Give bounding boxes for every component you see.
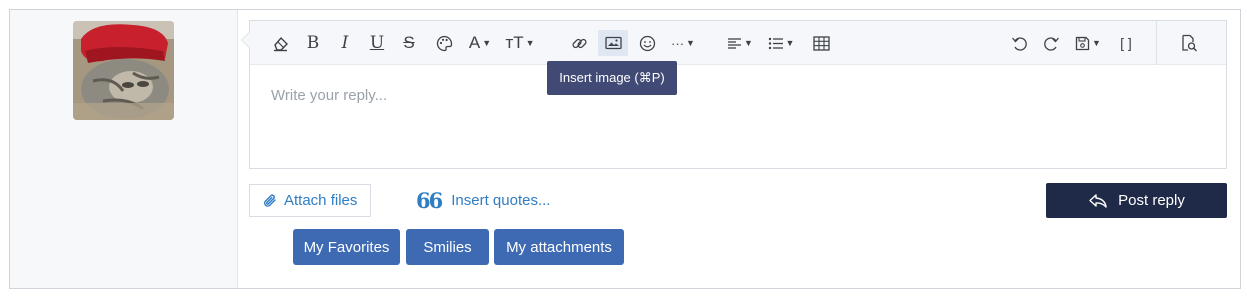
- link-icon[interactable]: [568, 30, 590, 56]
- redo-icon[interactable]: [1040, 30, 1062, 56]
- chevron-down-icon: ▼: [482, 38, 492, 48]
- toolbar-divider: [1156, 21, 1157, 65]
- chevron-down-icon: ▼: [744, 38, 753, 48]
- more-glyph: ···: [671, 35, 685, 51]
- post-reply-label: Post reply: [1118, 192, 1185, 209]
- font-size-glyph: тT: [505, 33, 524, 52]
- tab-my-attachments[interactable]: My attachments: [494, 229, 624, 265]
- table-icon[interactable]: [810, 30, 832, 56]
- bold-icon[interactable]: B: [302, 30, 324, 56]
- avatar[interactable]: [73, 21, 174, 120]
- reply-textarea-placeholder[interactable]: Write your reply...: [271, 87, 387, 104]
- align-icon[interactable]: ▼: [725, 30, 755, 56]
- save-draft-icon[interactable]: ▼: [1072, 30, 1104, 56]
- reply-icon: [1089, 193, 1107, 208]
- chevron-down-icon: ▼: [686, 38, 695, 48]
- font-color-glyph: A: [468, 33, 481, 52]
- editor-toolbar: B I U S A ▼ тT ▼ ··· ▼ ▼ ▼ ▼ []: [250, 21, 1226, 65]
- strikethrough-icon[interactable]: S: [398, 30, 420, 56]
- italic-icon[interactable]: I: [334, 30, 356, 56]
- more-icon[interactable]: ··· ▼: [666, 30, 700, 56]
- font-size-icon[interactable]: тT ▼: [502, 30, 538, 56]
- message-editor: B I U S A ▼ тT ▼ ··· ▼ ▼ ▼ ▼ [] Write y…: [241, 20, 1227, 169]
- attach-files-label: Attach files: [284, 192, 358, 209]
- list-icon[interactable]: ▼: [765, 30, 797, 56]
- attach-files-button[interactable]: Attach files: [249, 184, 371, 217]
- emoji-icon[interactable]: [636, 30, 658, 56]
- post-reply-button[interactable]: Post reply: [1046, 183, 1227, 218]
- insert-image-tooltip: Insert image (⌘P): [547, 61, 677, 95]
- image-icon[interactable]: [598, 30, 628, 56]
- underline-icon[interactable]: U: [366, 30, 388, 56]
- chevron-down-icon: ▼: [525, 38, 535, 48]
- eraser-icon[interactable]: [269, 30, 291, 56]
- palette-icon[interactable]: [433, 30, 455, 56]
- chevron-down-icon: ▼: [1092, 38, 1101, 48]
- tab-smilies[interactable]: Smilies: [406, 229, 489, 265]
- preview-icon[interactable]: [1178, 30, 1200, 56]
- insert-quotes-button[interactable]: 66 Insert quotes...: [416, 184, 550, 217]
- user-column: [10, 10, 238, 288]
- chevron-down-icon: ▼: [785, 38, 795, 48]
- insert-quotes-label: Insert quotes...: [451, 192, 551, 209]
- quote-icon: 66: [416, 188, 443, 213]
- bbcode-toggle-icon[interactable]: [ ]: [1114, 30, 1138, 56]
- font-color-icon[interactable]: A ▼: [464, 30, 496, 56]
- tab-my-favorites[interactable]: My Favorites: [293, 229, 400, 265]
- paperclip-icon: [264, 194, 276, 207]
- undo-icon[interactable]: [1008, 30, 1030, 56]
